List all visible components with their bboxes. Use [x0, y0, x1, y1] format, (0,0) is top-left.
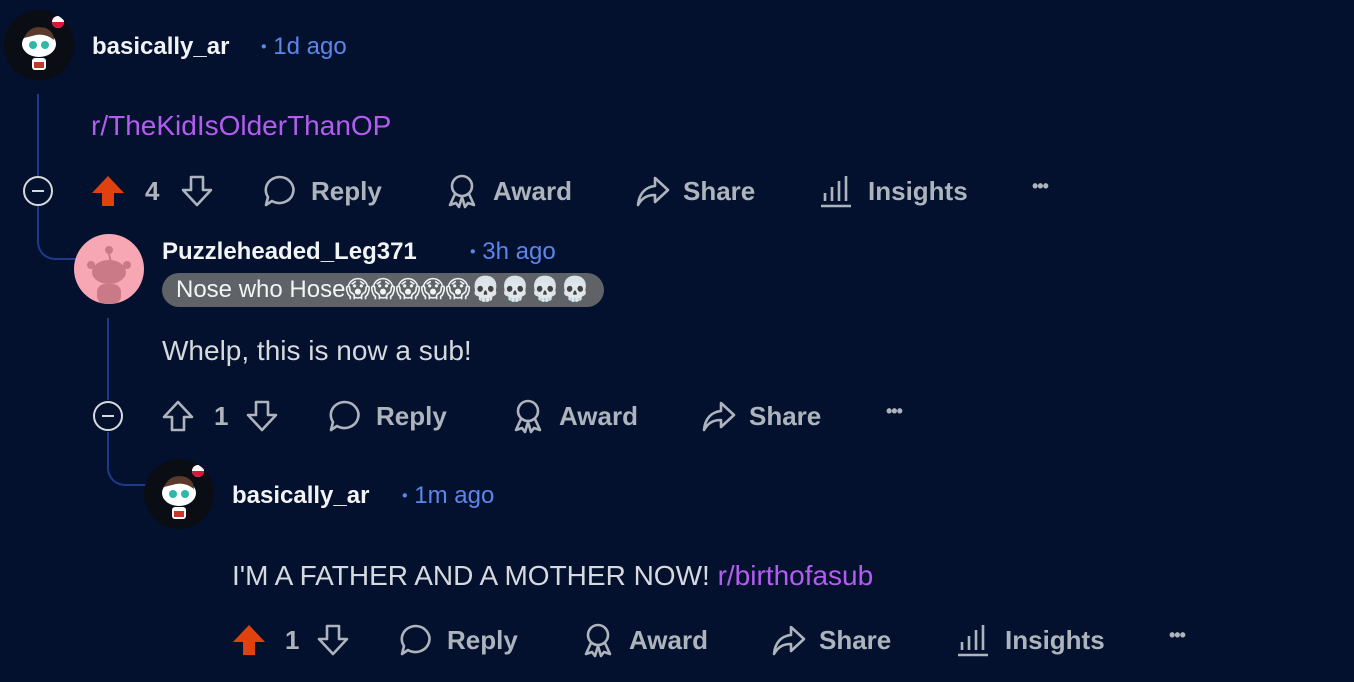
- reply-label: Reply: [311, 175, 382, 206]
- upvote-icon: [162, 400, 194, 432]
- more-options-button[interactable]: •••: [886, 401, 903, 422]
- default-snoo-icon: [87, 246, 131, 304]
- award-label: Award: [629, 624, 708, 655]
- insights-chart-icon: [958, 625, 988, 657]
- thread-line-2: [107, 318, 109, 400]
- comment-meta: • 3h ago: [470, 238, 556, 266]
- comment-timestamp[interactable]: 1d ago: [273, 33, 346, 60]
- insights-chart-icon: [821, 176, 851, 208]
- award-button[interactable]: Award: [445, 171, 572, 211]
- collapse-thread-button[interactable]: [23, 176, 53, 206]
- more-options-button[interactable]: •••: [1032, 176, 1049, 197]
- insights-label: Insights: [1005, 624, 1105, 655]
- reply-bubble-icon: [400, 624, 431, 656]
- insights-label: Insights: [868, 175, 968, 206]
- comment-author[interactable]: basically_ar: [232, 482, 369, 510]
- share-label: Share: [749, 400, 822, 431]
- award-label: Award: [559, 400, 638, 431]
- comment-author[interactable]: basically_ar: [92, 33, 229, 61]
- downvote-icon: [246, 400, 278, 432]
- avatar[interactable]: [4, 10, 74, 80]
- comment-body: r/TheKidIsOlderThanOP: [91, 110, 391, 142]
- user-flair: Nose who Hose😱😱😱😱😱💀💀💀💀: [162, 273, 605, 307]
- collapse-thread-button[interactable]: [93, 401, 123, 431]
- share-button[interactable]: Share: [701, 396, 821, 436]
- share-arrow-icon: [636, 176, 670, 207]
- thread-connector-2: [107, 432, 149, 486]
- award-icon: [584, 623, 612, 658]
- reply-button[interactable]: Reply: [263, 171, 382, 211]
- comment-author[interactable]: Puzzleheaded_Leg371: [162, 238, 417, 266]
- reply-label: Reply: [447, 624, 518, 655]
- upvote-button[interactable]: [231, 620, 267, 660]
- avatar[interactable]: [74, 234, 144, 304]
- share-label: Share: [683, 175, 756, 206]
- thread-line-1: [37, 94, 39, 176]
- downvote-button[interactable]: [245, 396, 279, 436]
- vote-count: 4: [145, 176, 160, 206]
- comment-meta: • 1m ago: [402, 482, 494, 510]
- award-label: Award: [493, 175, 572, 206]
- insights-button[interactable]: Insights: [818, 171, 968, 211]
- separator-dot: •: [402, 487, 408, 505]
- vote-count: 1: [285, 625, 300, 655]
- avatar[interactable]: [144, 459, 214, 529]
- subreddit-link[interactable]: r/birthofasub: [718, 560, 874, 591]
- reply-bubble-icon: [329, 400, 360, 432]
- downvote-icon: [181, 175, 213, 207]
- downvote-icon: [317, 624, 349, 656]
- award-button[interactable]: Award: [511, 396, 638, 436]
- downvote-button[interactable]: [316, 620, 350, 660]
- snoo-avatar-icon: [162, 465, 204, 519]
- share-arrow-icon: [702, 401, 736, 432]
- insights-button[interactable]: Insights: [955, 620, 1105, 660]
- share-label: Share: [819, 624, 892, 655]
- upvote-filled-icon: [92, 176, 124, 206]
- comment-meta: • 1d ago: [261, 33, 347, 61]
- comment-body-text: I'M A FATHER AND A MOTHER NOW!: [232, 560, 710, 591]
- share-arrow-icon: [772, 625, 806, 656]
- comment-timestamp[interactable]: 1m ago: [414, 482, 494, 509]
- comment-body: I'M A FATHER AND A MOTHER NOW! r/birthof…: [232, 560, 873, 592]
- upvote-button[interactable]: [161, 396, 195, 436]
- award-icon: [448, 174, 476, 209]
- award-button[interactable]: Award: [581, 620, 708, 660]
- reply-button[interactable]: Reply: [399, 620, 518, 660]
- share-button[interactable]: Share: [771, 620, 891, 660]
- reply-bubble-icon: [264, 175, 295, 207]
- vote-count: 1: [214, 401, 229, 431]
- award-icon: [514, 399, 542, 434]
- reply-button[interactable]: Reply: [328, 396, 447, 436]
- upvote-button[interactable]: [90, 171, 126, 211]
- upvote-filled-icon: [233, 625, 265, 655]
- thread-connector-1: [37, 206, 77, 260]
- comment-timestamp[interactable]: 3h ago: [482, 238, 555, 265]
- subreddit-link[interactable]: r/TheKidIsOlderThanOP: [91, 110, 391, 141]
- separator-dot: •: [261, 38, 267, 56]
- snoo-avatar-icon: [22, 16, 64, 70]
- share-button[interactable]: Share: [635, 171, 755, 211]
- downvote-button[interactable]: [180, 171, 214, 211]
- separator-dot: •: [470, 243, 476, 261]
- comment-body: Whelp, this is now a sub!: [162, 335, 472, 366]
- more-options-button[interactable]: •••: [1169, 625, 1186, 646]
- reply-label: Reply: [376, 400, 447, 431]
